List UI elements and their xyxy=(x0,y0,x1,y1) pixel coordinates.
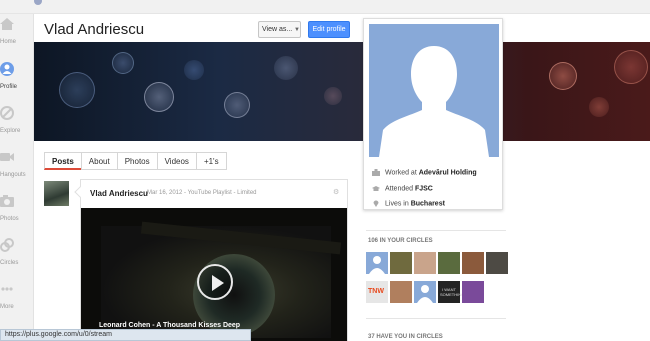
post-menu-icon[interactable]: ⚙ xyxy=(333,188,339,196)
education-prefix: Attended xyxy=(385,185,415,193)
divider xyxy=(366,318,506,319)
circle-avatar[interactable] xyxy=(414,252,436,274)
video-title: Leonard Cohen - A Thousand Kisses Deep xyxy=(99,322,241,329)
tnw-logo: TNW xyxy=(368,288,384,295)
circle-avatar[interactable] xyxy=(438,252,460,274)
tab-plusones[interactable]: +1's xyxy=(195,152,227,170)
nav-item-more[interactable]: More xyxy=(0,282,30,320)
circle-avatar[interactable] xyxy=(390,281,412,303)
location-value[interactable]: Bucharest xyxy=(411,200,445,207)
profile-photo[interactable] xyxy=(369,24,499,157)
circle-avatar[interactable] xyxy=(462,281,484,303)
default-avatar-icon xyxy=(379,46,489,157)
nav-label-hangouts: Hangouts xyxy=(0,172,26,178)
circles-icon xyxy=(0,238,14,252)
photos-icon xyxy=(0,195,14,207)
education-icon xyxy=(372,186,380,191)
profile-tabs: Posts About Photos Videos +1's xyxy=(44,152,227,170)
browser-top-strip xyxy=(0,0,650,14)
nav-label-home: Home xyxy=(0,39,17,45)
video-thumbnail[interactable]: Leonard Cohen - A Thousand Kisses Deep xyxy=(81,208,347,341)
divider xyxy=(366,230,506,231)
left-nav: Home Profile Explore Hangouts Photos Cir… xyxy=(0,14,30,341)
profile-icon xyxy=(0,62,14,76)
nav-item-home[interactable]: Home xyxy=(0,17,30,55)
circle-avatar[interactable]: TNW xyxy=(366,281,388,303)
education-value[interactable]: FJSC xyxy=(415,185,433,192)
share-text: I WANT SOMETHING xyxy=(440,287,465,297)
nav-label-explore: Explore xyxy=(0,128,21,134)
profile-work: Worked at Adevărul Holding xyxy=(372,169,477,176)
app-icon xyxy=(34,0,42,5)
nav-item-circles[interactable]: Circles xyxy=(0,238,30,276)
nav-label-profile: Profile xyxy=(0,84,18,90)
in-your-circles-heading[interactable]: 106 IN YOUR CIRCLES xyxy=(368,238,433,244)
post-pointer xyxy=(74,186,86,198)
edit-profile-button[interactable]: Edit profile xyxy=(308,21,350,38)
profile-card: Worked at Adevărul Holding Attended FJSC… xyxy=(363,18,503,210)
home-icon xyxy=(0,18,14,30)
author-avatar[interactable] xyxy=(44,181,69,206)
location-icon xyxy=(373,200,379,207)
post-card: Vlad Andriescu Mar 16, 2012 - YouTube Pl… xyxy=(74,179,348,341)
circle-avatar[interactable]: I WANT SOMETHING xyxy=(438,281,465,303)
nav-item-profile[interactable]: Profile xyxy=(0,62,30,100)
profile-education: Attended FJSC xyxy=(372,185,433,192)
view-as-button[interactable]: View as... ▼ xyxy=(258,21,301,38)
circle-avatar[interactable] xyxy=(390,252,412,274)
nav-item-photos[interactable]: Photos xyxy=(0,194,30,232)
post-meta: Mar 16, 2012 - YouTube Playlist - Limite… xyxy=(147,190,257,196)
play-icon[interactable] xyxy=(197,264,233,300)
profile-main: Vlad Andriescu View as... ▼ Edit profile … xyxy=(33,14,650,341)
location-prefix: Lives in xyxy=(385,200,411,208)
tab-posts[interactable]: Posts xyxy=(44,152,82,170)
circle-avatar[interactable] xyxy=(414,281,436,303)
tab-photos[interactable]: Photos xyxy=(116,152,158,170)
work-value[interactable]: Adevărul Holding xyxy=(419,169,477,176)
circle-avatar[interactable] xyxy=(462,252,484,274)
circle-avatar[interactable] xyxy=(366,252,388,274)
tab-about[interactable]: About xyxy=(80,152,118,170)
circle-avatar[interactable] xyxy=(486,252,508,274)
explore-icon xyxy=(0,106,14,120)
work-icon xyxy=(372,169,380,176)
profile-name: Vlad Andriescu xyxy=(44,21,145,38)
nav-label-photos: Photos xyxy=(0,216,19,222)
have-you-heading[interactable]: 37 HAVE YOU IN CIRCLES xyxy=(368,334,443,340)
work-prefix: Worked at xyxy=(385,169,419,177)
post-author[interactable]: Vlad Andriescu xyxy=(90,189,148,198)
chevron-down-icon: ▼ xyxy=(294,27,300,33)
browser-status-bar: https://plus.google.com/u/0/stream xyxy=(0,329,251,341)
tab-videos[interactable]: Videos xyxy=(156,152,197,170)
nav-label-circles: Circles xyxy=(0,260,19,266)
nav-label-more: More xyxy=(0,304,14,310)
view-as-label: View as... xyxy=(262,26,293,33)
nav-item-explore[interactable]: Explore xyxy=(0,106,30,144)
nav-item-hangouts[interactable]: Hangouts xyxy=(0,150,30,188)
hangouts-icon xyxy=(0,153,14,161)
more-icon xyxy=(1,287,13,291)
profile-location: Lives in Bucharest xyxy=(372,200,445,207)
cover-photo xyxy=(34,42,650,141)
